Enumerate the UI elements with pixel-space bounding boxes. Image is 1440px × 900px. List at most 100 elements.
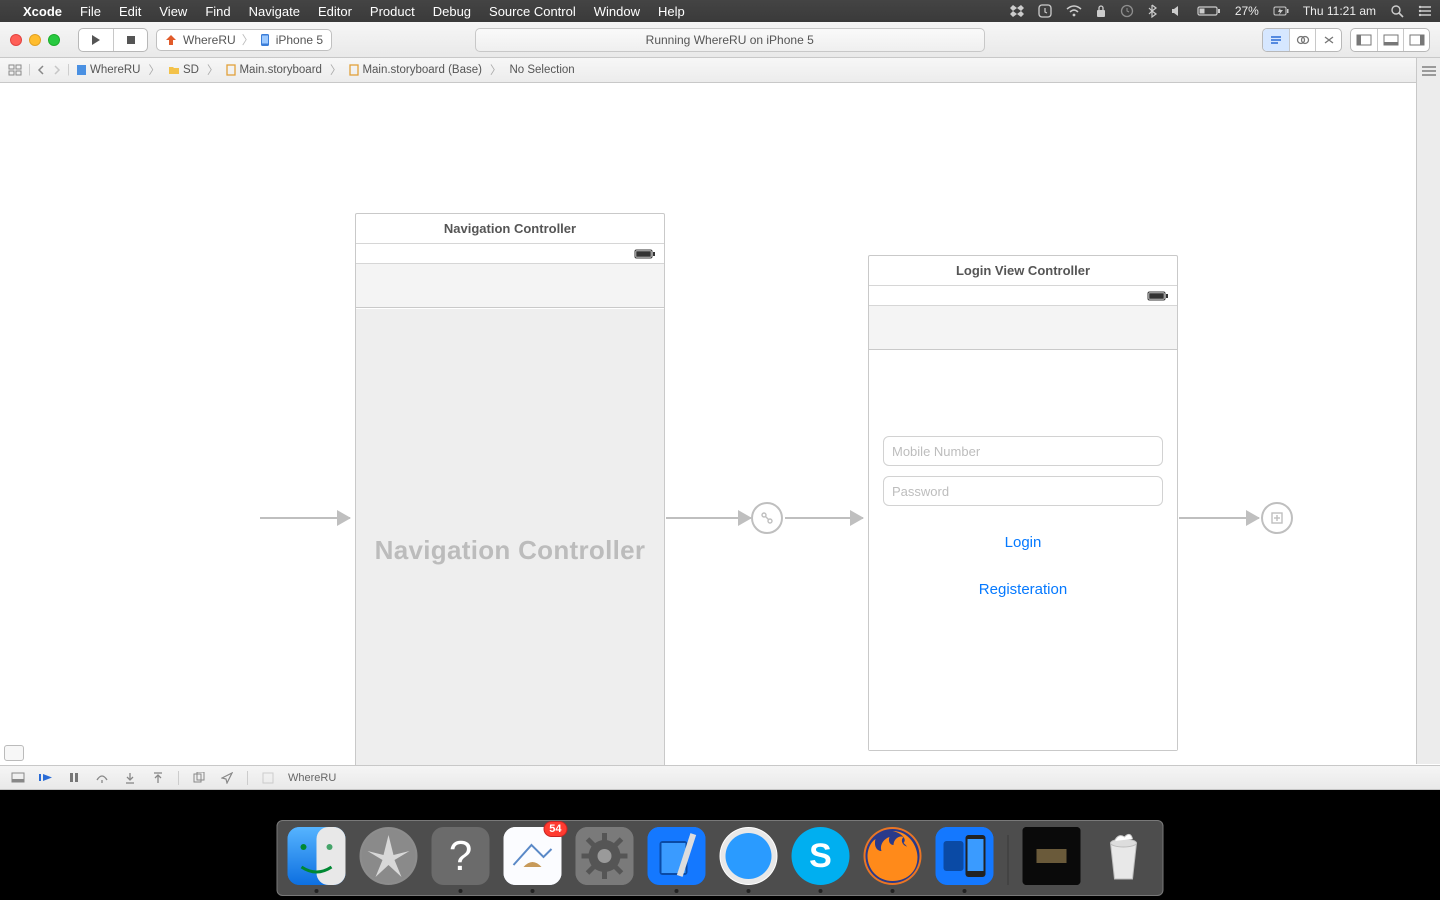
menu-file[interactable]: File [71,4,110,19]
menu-navigate[interactable]: Navigate [240,4,309,19]
menu-view[interactable]: View [150,4,196,19]
menu-debug[interactable]: Debug [424,4,480,19]
dock-trash[interactable] [1095,827,1153,885]
utilities-collapsed-panel[interactable] [1416,58,1440,764]
scheme-device-label: iPhone 5 [276,33,323,47]
svg-text:S: S [809,837,832,875]
segue-arrow[interactable] [785,517,863,519]
dock-xcode[interactable] [648,827,706,885]
step-over-button[interactable] [94,772,110,784]
running-indicator [459,889,463,893]
lock-icon[interactable] [1096,5,1106,18]
battery-percent: 27% [1235,4,1259,18]
volume-icon[interactable] [1171,5,1183,17]
menu-source-control[interactable]: Source Control [480,4,585,19]
mobile-number-field[interactable]: Mobile Number [883,436,1163,466]
dock-firefox[interactable] [864,827,922,885]
dock-safari[interactable] [720,827,778,885]
login-button[interactable]: Login [883,534,1163,551]
jumpbar-selection[interactable]: No Selection [507,64,576,76]
dock-simulator[interactable] [936,827,994,885]
dock-launchpad[interactable] [360,827,418,885]
process-name[interactable]: WhereRU [288,772,336,784]
password-field[interactable]: Password [883,476,1163,506]
divider [247,771,248,785]
navigation-controller-scene[interactable]: Navigation Controller Navigation Control… [355,213,665,765]
assistant-editor-button[interactable] [1289,29,1315,51]
segue-arrow[interactable] [666,517,751,519]
version-editor-button[interactable] [1315,29,1341,51]
activity-status: Running WhereRU on iPhone 5 [475,28,985,52]
dock-mail[interactable]: 54 [504,827,562,885]
jumpbar-storyboard[interactable]: Main.storyboard [224,64,323,76]
menu-window[interactable]: Window [585,4,649,19]
jumpbar-storyboard-label: Main.storyboard [239,64,321,76]
menu-help[interactable]: Help [649,4,694,19]
toggle-utilities-button[interactable] [1403,29,1429,51]
view-debugger-button[interactable] [191,772,207,784]
wifi-icon[interactable] [1066,5,1082,17]
jumpbar-storyboard-base[interactable]: Main.storyboard (Base) [347,64,484,76]
related-items-button[interactable] [6,64,24,76]
standard-editor-button[interactable] [1263,29,1289,51]
timer-icon[interactable] [1038,4,1052,18]
continue-button[interactable] [38,772,54,783]
battery-icon[interactable] [1197,5,1221,17]
scene-statusbar [869,286,1177,306]
dock-system-preferences[interactable] [576,827,634,885]
history-back-button[interactable] [35,65,47,75]
scheme-selector[interactable]: WhereRU 〉 iPhone 5 [156,29,332,51]
menu-edit[interactable]: Edit [110,4,150,19]
jumpbar-folder[interactable]: SD [166,64,201,76]
scene-title: Navigation Controller [356,214,664,244]
divider [178,771,179,785]
notification-center-icon[interactable] [1418,5,1432,17]
menubar-app-name[interactable]: Xcode [14,4,71,19]
menu-editor[interactable]: Editor [309,4,361,19]
spotlight-icon[interactable] [1390,4,1404,18]
location-button[interactable] [219,772,235,784]
step-into-button[interactable] [122,772,138,784]
dock-finder[interactable] [288,827,346,885]
registration-button[interactable]: Registeration [883,581,1163,598]
stop-button[interactable] [113,29,147,51]
navigation-bar[interactable] [869,306,1177,350]
scene-statusbar [356,244,664,264]
jumpbar-project[interactable]: WhereRU [74,64,142,76]
jumpbar-storyboard-base-label: Main.storyboard (Base) [362,64,482,76]
history-forward-button[interactable] [51,65,63,75]
app-icon [165,34,177,46]
login-view-controller-scene[interactable]: Login View Controller Mobile Number Pass… [868,255,1178,751]
segue-arrow[interactable] [1179,517,1259,519]
minimize-window-button[interactable] [29,34,41,46]
bluetooth-icon[interactable] [1148,4,1157,18]
dock-skype[interactable]: S [792,827,850,885]
project-icon [76,64,87,76]
dock-minimized-window[interactable] [1023,827,1081,885]
hide-debug-button[interactable] [10,772,26,783]
dock-help[interactable]: ? [432,827,490,885]
chevron-right-icon: 〉 [242,31,254,48]
menu-product[interactable]: Product [361,4,424,19]
close-window-button[interactable] [10,34,22,46]
folder-icon [168,65,180,75]
charging-icon [1273,5,1289,17]
menu-find[interactable]: Find [196,4,239,19]
zoom-window-button[interactable] [48,34,60,46]
storyboard-canvas[interactable]: Navigation Controller Navigation Control… [0,83,1440,765]
step-out-button[interactable] [150,772,166,784]
toggle-outline-button[interactable] [4,745,24,761]
jump-bar[interactable]: | | WhereRU 〉 SD 〉 Main.storyboard 〉 Mai… [0,58,1440,83]
timemachine-icon[interactable] [1120,4,1134,18]
dropbox-icon[interactable] [1010,5,1024,17]
navigation-bar[interactable] [356,264,664,308]
toggle-debug-area-button[interactable] [1377,29,1403,51]
initial-scene-arrow[interactable] [260,517,350,519]
pause-button[interactable] [66,772,82,783]
menubar-clock[interactable]: Thu 11:21 am [1303,4,1376,18]
push-segue-icon[interactable] [1261,502,1293,534]
toggle-navigator-button[interactable] [1351,29,1377,51]
activity-status-text: Running WhereRU on iPhone 5 [646,33,814,47]
root-segue-icon[interactable] [751,502,783,534]
run-button[interactable] [79,29,113,51]
